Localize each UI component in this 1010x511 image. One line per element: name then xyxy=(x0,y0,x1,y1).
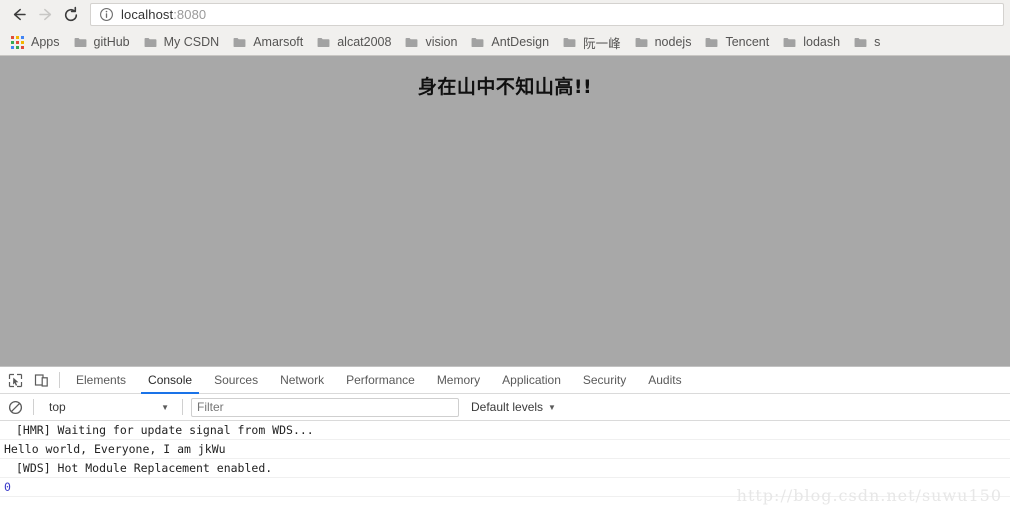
bookmark-item[interactable]: s xyxy=(847,31,887,53)
console-message: 0 xyxy=(0,478,1010,497)
url-text: localhost:8080 xyxy=(121,7,206,22)
folder-icon xyxy=(74,37,86,47)
console-message-list[interactable]: [HMR] Waiting for update signal from WDS… xyxy=(0,421,1010,511)
inspect-element-icon xyxy=(8,373,22,387)
bookmark-label: lodash xyxy=(803,35,841,49)
devtools-tabbar: Elements Console Sources Network Performance… xyxy=(0,367,1010,394)
bookmark-item[interactable]: lodash xyxy=(776,31,847,53)
chevron-down-icon: ▼ xyxy=(161,402,169,412)
console-toolbar: top ▼ Default levels ▼ xyxy=(0,394,1010,421)
console-message: [HMR] Waiting for update signal from WDS… xyxy=(0,421,1010,440)
bookmark-item[interactable]: vision xyxy=(398,31,464,53)
folder-icon xyxy=(706,37,718,47)
inspect-element-button[interactable] xyxy=(2,367,28,393)
bookmark-item[interactable]: Amarsoft xyxy=(226,31,310,53)
bookmark-label: AntDesign xyxy=(491,35,550,49)
devtools-tab-application[interactable]: Application xyxy=(491,367,572,393)
folder-icon xyxy=(635,37,648,47)
reload-icon xyxy=(64,6,78,21)
devtools-tab-sources[interactable]: Sources xyxy=(203,367,269,393)
console-toolbar-divider-2 xyxy=(182,399,183,415)
console-filter-input[interactable] xyxy=(191,397,459,417)
url-host: localhost xyxy=(121,7,174,22)
folder-icon xyxy=(471,37,484,47)
clear-console-icon xyxy=(8,400,22,414)
bookmark-label: Tencent xyxy=(725,35,770,49)
clear-console-button[interactable] xyxy=(2,400,28,415)
chevron-down-icon: ▼ xyxy=(548,402,556,412)
arrow-left-icon xyxy=(13,8,26,21)
reload-button[interactable] xyxy=(58,2,84,28)
bookmark-label: 阮一峰 xyxy=(583,36,621,51)
url-port: :8080 xyxy=(173,7,207,22)
apps-grid-icon xyxy=(11,35,24,49)
page-info-icon[interactable] xyxy=(99,7,114,22)
console-context-value: top xyxy=(49,400,66,414)
console-toolbar-divider-1 xyxy=(33,399,34,415)
folder-icon xyxy=(854,37,867,47)
bookmark-item[interactable]: 阮一峰 xyxy=(556,31,628,53)
folder-icon xyxy=(783,37,796,47)
page-heading: 身在山中不知山高!! xyxy=(417,76,593,98)
bookmark-item[interactable]: Tencent xyxy=(698,31,776,53)
bookmark-label: gitHub xyxy=(93,35,130,49)
bookmark-label: My CSDN xyxy=(163,35,220,49)
console-context-selector[interactable]: top ▼ xyxy=(39,397,177,417)
back-button[interactable] xyxy=(6,2,32,28)
devtools-tab-performance[interactable]: Performance xyxy=(335,367,426,393)
device-toolbar-icon xyxy=(34,373,48,387)
bookmark-item[interactable]: nodejs xyxy=(628,31,699,53)
navigation-toolbar: localhost:8080 xyxy=(0,0,1010,29)
devtools-tab-elements[interactable]: Elements xyxy=(65,367,137,393)
bookmark-label: vision xyxy=(425,35,458,49)
bookmark-item[interactable]: AntDesign xyxy=(464,31,556,53)
bookmark-item[interactable]: My CSDN xyxy=(137,31,227,53)
devtools-panel: Elements Console Sources Network Performance… xyxy=(0,366,1010,511)
devtools-tab-security[interactable]: Security xyxy=(572,367,637,393)
folder-icon xyxy=(563,37,576,47)
console-message: Hello world, Everyone, I am jkWu xyxy=(0,440,1010,459)
folder-icon xyxy=(233,37,246,47)
devtools-tab-console[interactable]: Console xyxy=(137,367,203,394)
folder-icon xyxy=(144,37,157,47)
devtools-tab-memory[interactable]: Memory xyxy=(426,367,491,393)
device-toolbar-button[interactable] xyxy=(28,367,54,393)
devtools-tab-audits[interactable]: Audits xyxy=(637,367,692,393)
devtools-tab-network[interactable]: Network xyxy=(269,367,335,393)
bookmark-apps[interactable]: Apps xyxy=(4,31,67,53)
bookmark-label: s xyxy=(874,35,881,49)
folder-icon xyxy=(405,37,418,47)
page-viewport: 身在山中不知山高!! xyxy=(0,56,1010,366)
arrow-right-icon xyxy=(38,8,51,21)
console-levels-label: Default levels xyxy=(471,400,544,414)
forward-button[interactable] xyxy=(32,2,58,28)
bookmark-item[interactable]: gitHub xyxy=(67,31,137,53)
toolbar-divider xyxy=(59,372,60,388)
bookmark-label: alcat2008 xyxy=(337,35,392,49)
address-bar[interactable]: localhost:8080 xyxy=(90,3,1004,26)
bookmark-label: nodejs xyxy=(654,35,692,49)
console-levels-selector[interactable]: Default levels ▼ xyxy=(471,400,556,414)
bookmarks-bar: Apps gitHub My CSDN Amarsoft alcat2008 visio… xyxy=(0,29,1010,56)
bookmark-item[interactable]: alcat2008 xyxy=(310,31,398,53)
bookmark-label: Apps xyxy=(31,35,60,49)
folder-icon xyxy=(317,37,330,47)
browser-window: localhost:8080 Apps gitHub My CSDN Amarsof… xyxy=(0,0,1010,511)
bookmark-label: Amarsoft xyxy=(253,35,304,49)
console-message: [WDS] Hot Module Replacement enabled. xyxy=(0,459,1010,478)
